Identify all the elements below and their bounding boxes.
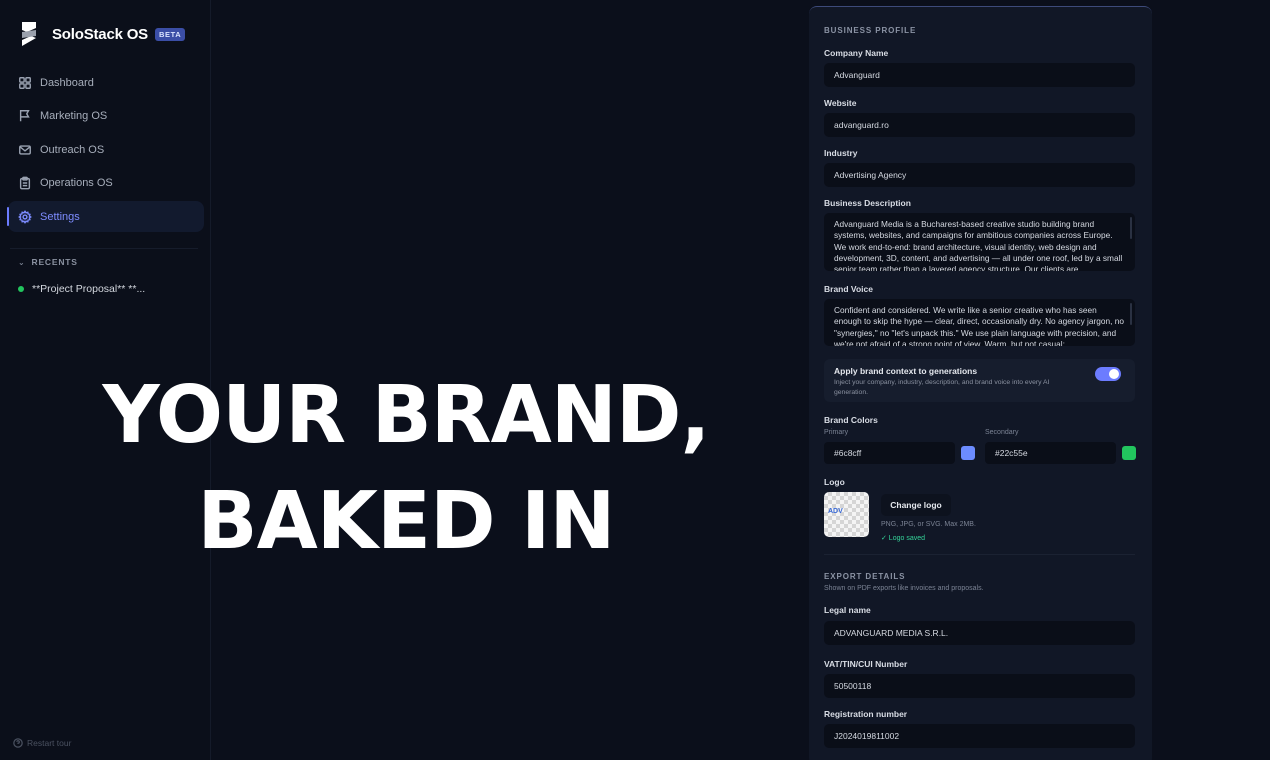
change-logo-button[interactable]: Change logo	[881, 494, 951, 516]
sidebar-item-operations[interactable]: Operations OS	[8, 168, 204, 199]
status-dot-icon	[18, 286, 24, 292]
business-description-label: Business Description	[824, 198, 911, 208]
sidebar-item-marketing[interactable]: Marketing OS	[8, 101, 204, 132]
logo-label: Logo	[824, 477, 845, 487]
textarea-scrollbar[interactable]	[1130, 217, 1132, 239]
industry-field[interactable]: Advertising Agency	[824, 163, 1135, 187]
logo-hint: PNG, JPG, or SVG. Max 2MB.	[881, 521, 976, 528]
website-field[interactable]: advanguard.ro	[824, 113, 1135, 137]
recent-item-label: **Project Proposal** **...	[32, 283, 146, 295]
brand[interactable]: SoloStack OS BETA	[18, 20, 186, 48]
grid-icon	[19, 76, 31, 89]
solostack-logo-icon	[22, 22, 36, 46]
business-profile-title: BUSINESS PROFILE	[824, 26, 917, 35]
business-description-text: Advanguard Media is a Bucharest-based cr…	[834, 219, 1123, 271]
section-divider	[824, 554, 1135, 555]
website-label: Website	[824, 98, 857, 108]
sidebar-item-settings[interactable]: Settings	[7, 201, 204, 232]
mail-icon	[19, 144, 31, 155]
textarea-scrollbar[interactable]	[1130, 303, 1132, 325]
clipboard-icon	[19, 176, 31, 190]
sidebar-item-label: Marketing OS	[40, 110, 108, 122]
apply-brand-context-card: Apply brand context to generations Injec…	[824, 359, 1135, 402]
sidebar-item-dashboard[interactable]: Dashboard	[8, 67, 204, 98]
gear-icon	[18, 209, 32, 224]
industry-label: Industry	[824, 148, 858, 158]
sidebar-item-label: Settings	[40, 210, 80, 223]
business-description-field[interactable]: Advanguard Media is a Bucharest-based cr…	[824, 213, 1135, 271]
primary-color-input[interactable]: #6c8cff	[824, 442, 955, 464]
export-details-subtitle: Shown on PDF exports like invoices and p…	[824, 585, 984, 592]
apply-brand-context-toggle[interactable]	[1095, 367, 1121, 381]
company-name-label: Company Name	[824, 48, 889, 58]
secondary-color-label: Secondary	[985, 429, 1019, 436]
primary-color-swatch[interactable]	[961, 446, 975, 460]
flag-icon	[19, 110, 30, 122]
headline-line-1: YOUR BRAND,	[102, 369, 711, 461]
sidebar-item-label: Outreach OS	[40, 143, 105, 156]
sidebar-item-outreach[interactable]: Outreach OS	[8, 134, 204, 165]
brand-voice-field[interactable]: Confident and considered. We write like …	[824, 299, 1135, 346]
export-details-title: EXPORT DETAILS	[824, 572, 906, 581]
registration-number-field[interactable]: J2024019811002	[824, 724, 1135, 748]
vat-label: VAT/TIN/CUI Number	[824, 659, 908, 669]
logo-thumbnail-icon: ADV	[828, 508, 843, 515]
legal-name-field[interactable]: ADVANGUARD MEDIA S.R.L.	[824, 621, 1135, 645]
apply-brand-context-title: Apply brand context to generations	[834, 366, 978, 376]
company-name-field[interactable]: Advanguard	[824, 63, 1135, 87]
logo-preview: ADV	[824, 492, 869, 537]
apply-brand-context-description: Inject your company, industry, descripti…	[834, 379, 1050, 396]
sidebar-item-label: Dashboard	[40, 76, 94, 89]
headline-line-2: BAKED IN	[197, 475, 615, 567]
recents-title: RECENTS	[31, 257, 78, 267]
logo-saved-status: ✓ Logo saved	[881, 535, 926, 542]
vat-field[interactable]: 50500118	[824, 674, 1135, 698]
sidebar-nav: Dashboard Marketing OS Outreach OS Opera…	[7, 67, 204, 235]
chevron-down-icon: ⌄	[18, 257, 26, 267]
brand-voice-text: Confident and considered. We write like …	[834, 305, 1124, 346]
recents-toggle[interactable]: ⌄ RECENTS	[18, 257, 78, 267]
headline: YOUR BRAND, BAKED IN	[96, 362, 716, 574]
primary-color-label: Primary	[824, 429, 849, 436]
secondary-color-input[interactable]: #22c55e	[985, 442, 1116, 464]
brand-colors-label: Brand Colors	[824, 415, 878, 425]
business-settings-panel: BUSINESS PROFILE Company Name Advanguard…	[809, 6, 1152, 760]
legal-name-label: Legal name	[824, 605, 871, 615]
restart-tour-link[interactable]: Restart tour	[13, 738, 71, 748]
sidebar-item-label: Operations OS	[40, 177, 113, 189]
beta-badge: BETA	[154, 27, 186, 41]
recent-item[interactable]: **Project Proposal** **...	[18, 283, 145, 295]
help-circle-icon	[13, 738, 23, 748]
registration-number-label: Registration number	[824, 709, 908, 719]
brand-voice-label: Brand Voice	[824, 284, 873, 294]
app-name: SoloStack OS	[52, 25, 148, 43]
secondary-color-swatch[interactable]	[1122, 446, 1136, 460]
sidebar-divider	[10, 248, 198, 249]
restart-tour-label: Restart tour	[27, 738, 72, 748]
